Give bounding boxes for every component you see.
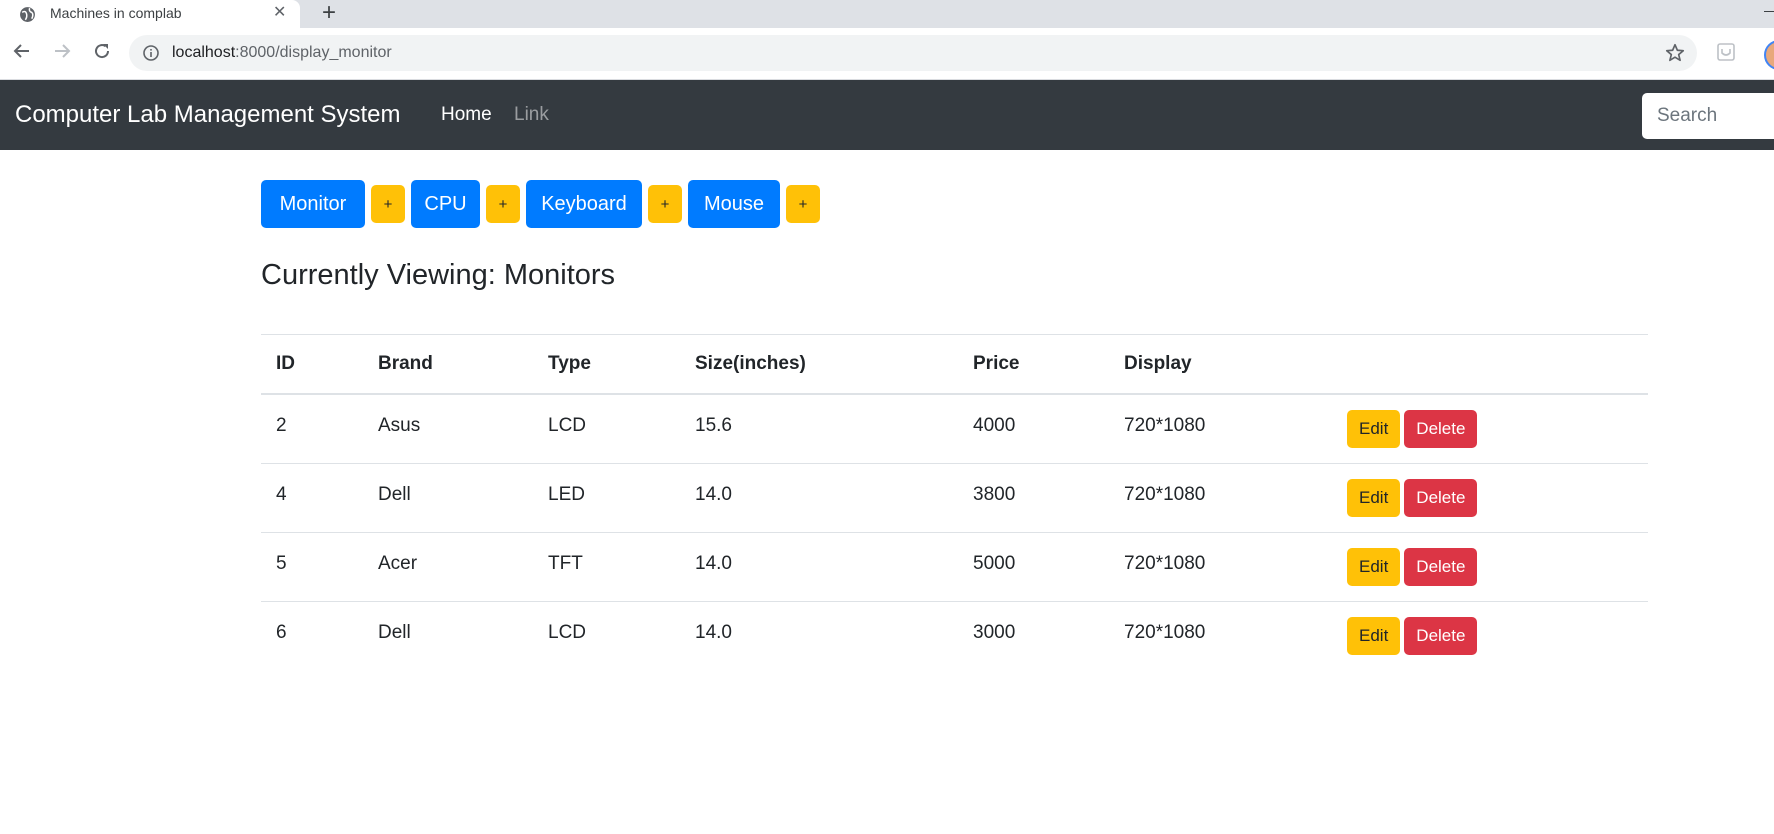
monitors-table: ID Brand Type Size(inches) Price Display… [261, 334, 1648, 670]
cell-type: LED [533, 462, 680, 532]
add-cpu-button[interactable]: + [486, 185, 520, 223]
cell-price: 3800 [958, 462, 1109, 532]
cell-display: 720*1080 [1109, 462, 1332, 532]
cell-brand: Acer [363, 531, 533, 601]
address-bar[interactable]: localhost:8000/display_monitor [129, 35, 1697, 71]
delete-button[interactable]: Delete [1404, 410, 1478, 448]
cell-brand: Dell [363, 462, 533, 532]
url-text: localhost:8000/display_monitor [172, 44, 392, 61]
app-navbar: Computer Lab Management System Home Link [0, 80, 1774, 150]
cell-id: 2 [276, 415, 287, 436]
delete-button[interactable]: Delete [1404, 547, 1478, 586]
close-icon[interactable]: ✕ [273, 4, 286, 22]
extension-icon[interactable] [1716, 42, 1736, 62]
cell-display: 720*1080 [1124, 415, 1206, 436]
add-monitor-button[interactable]: + [371, 185, 405, 223]
nav-link-home[interactable]: Home [441, 104, 492, 126]
cell-price: 3000 [958, 600, 1109, 670]
cell-size: 14.0 [680, 531, 958, 601]
cell-id: 5 [261, 531, 363, 601]
browser-tab[interactable]: Machines in complab ✕ [0, 0, 300, 28]
edit-button[interactable]: Edit [1347, 616, 1401, 655]
profile-icon[interactable] [1764, 40, 1774, 70]
edit-button[interactable]: Edit [1347, 410, 1401, 448]
browser-tab-strip: Machines in complab ✕ + [0, 0, 1774, 28]
table-header-row: ID Brand Type Size(inches) Price Display [261, 334, 1648, 395]
edit-button[interactable]: Edit [1347, 478, 1401, 517]
cell-id: 4 [261, 462, 363, 532]
column-header-brand: Brand [363, 334, 533, 395]
cell-brand: Asus [378, 415, 421, 436]
cell-actions: Edit Delete [1332, 600, 1648, 670]
cell-type: LCD [533, 600, 680, 670]
table-row: 5 Acer TFT 14.0 5000 720*1080 Edit Delete [261, 531, 1648, 601]
page-title: Currently Viewing: Monitors [261, 259, 616, 291]
cell-type: TFT [533, 531, 680, 601]
browser-toolbar: localhost:8000/display_monitor [0, 28, 1774, 80]
minimize-icon[interactable] [1764, 1, 1774, 12]
navbar-brand[interactable]: Computer Lab Management System [15, 101, 401, 129]
forward-arrow-icon[interactable] [50, 39, 74, 63]
cell-id: 6 [261, 600, 363, 670]
cell-price: 5000 [958, 531, 1109, 601]
cell-size: 15.6 [695, 415, 732, 436]
info-icon[interactable] [142, 44, 160, 62]
column-header-id: ID [261, 334, 363, 395]
nav-link-link[interactable]: Link [514, 104, 549, 126]
cell-actions: Edit Delete [1332, 394, 1648, 463]
table-row: 2 Asus LCD 15.6 4000 720*1080 Edit Delete [261, 394, 1648, 463]
delete-button[interactable]: Delete [1404, 478, 1478, 517]
cpu-button[interactable]: CPU [411, 180, 480, 228]
table-row: 4 Dell LED 14.0 3800 720*1080 Edit Delete [261, 462, 1648, 532]
cell-display: 720*1080 [1109, 531, 1332, 601]
search-input[interactable] [1642, 93, 1774, 139]
tab-title: Machines in complab [50, 5, 182, 21]
cell-actions: Edit Delete [1332, 462, 1648, 532]
cell-type: LCD [548, 415, 587, 436]
monitor-button[interactable]: Monitor [261, 180, 365, 228]
column-header-price: Price [958, 334, 1109, 395]
back-arrow-icon[interactable] [10, 39, 34, 63]
column-header-size: Size(inches) [680, 334, 958, 395]
cell-actions: Edit Delete [1332, 531, 1648, 601]
cell-size: 14.0 [680, 462, 958, 532]
table-row: 6 Dell LCD 14.0 3000 720*1080 Edit Delete [261, 600, 1648, 670]
add-keyboard-button[interactable]: + [648, 185, 682, 223]
plus-icon[interactable]: + [322, 0, 336, 26]
edit-button[interactable]: Edit [1347, 547, 1401, 586]
column-header-actions [1332, 334, 1648, 395]
cell-display: 720*1080 [1109, 600, 1332, 670]
star-icon[interactable] [1664, 42, 1686, 64]
column-header-display: Display [1109, 334, 1332, 395]
cell-brand: Dell [363, 600, 533, 670]
column-header-type: Type [533, 334, 680, 395]
cell-size: 14.0 [680, 600, 958, 670]
globe-icon [20, 7, 35, 22]
cell-price: 4000 [973, 415, 1016, 436]
keyboard-button[interactable]: Keyboard [526, 180, 642, 228]
add-mouse-button[interactable]: + [786, 185, 820, 223]
reload-icon[interactable] [90, 39, 114, 63]
delete-button[interactable]: Delete [1404, 616, 1478, 655]
mouse-button[interactable]: Mouse [688, 180, 780, 228]
